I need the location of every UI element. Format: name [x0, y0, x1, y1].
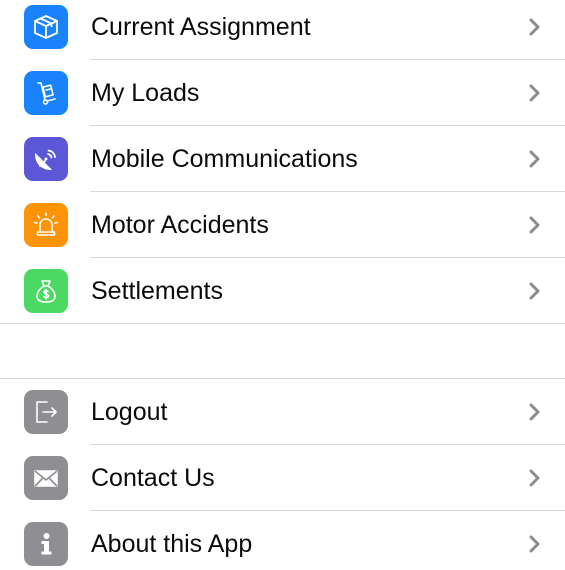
section-divider [0, 323, 565, 324]
money-bag-icon [24, 269, 68, 313]
box-icon [24, 5, 68, 49]
info-icon [24, 522, 68, 566]
chevron-right-icon [529, 216, 540, 234]
menu-item-label: Contact Us [91, 464, 215, 492]
menu-item-settlements[interactable]: Settlements [0, 258, 565, 324]
chevron-right-icon [529, 18, 540, 36]
menu-item-mobile-communications[interactable]: Mobile Communications [0, 126, 565, 192]
chevron-right-icon [529, 535, 540, 553]
siren-icon [24, 203, 68, 247]
main-menu-group: Current Assignment My Loads Mobile Commu… [0, 0, 565, 324]
chevron-right-icon [529, 469, 540, 487]
menu-item-about-this-app[interactable]: About this App [0, 511, 565, 570]
hand-truck-icon [24, 71, 68, 115]
satellite-dish-icon [24, 137, 68, 181]
exit-icon [24, 390, 68, 434]
menu-item-label: About this App [91, 530, 253, 558]
menu-item-label: Settlements [91, 277, 224, 305]
menu-item-label: Mobile Communications [91, 145, 358, 173]
menu-item-current-assignment[interactable]: Current Assignment [0, 0, 565, 60]
menu-item-label: Motor Accidents [91, 211, 269, 239]
chevron-right-icon [529, 84, 540, 102]
chevron-right-icon [529, 150, 540, 168]
account-group: Logout Contact Us About this App [0, 378, 565, 570]
menu-item-label: My Loads [91, 79, 200, 107]
menu-item-label: Logout [91, 398, 168, 426]
menu-item-label: Current Assignment [91, 13, 311, 41]
chevron-right-icon [529, 403, 540, 421]
menu-item-motor-accidents[interactable]: Motor Accidents [0, 192, 565, 258]
menu-item-contact-us[interactable]: Contact Us [0, 445, 565, 511]
menu-item-logout[interactable]: Logout [0, 379, 565, 445]
settings-screen: Current Assignment My Loads Mobile Commu… [0, 0, 565, 570]
menu-item-my-loads[interactable]: My Loads [0, 60, 565, 126]
chevron-right-icon [529, 282, 540, 300]
envelope-icon [24, 456, 68, 500]
